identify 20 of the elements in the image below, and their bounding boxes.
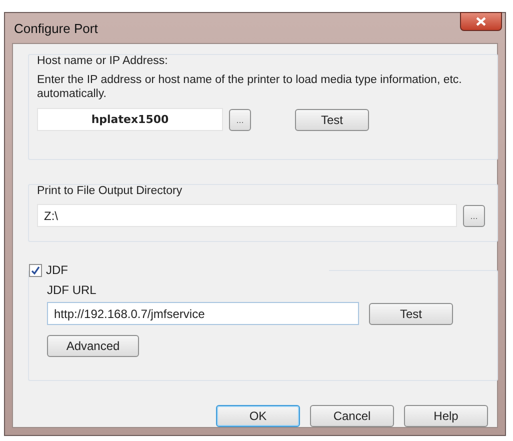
close-button[interactable]	[460, 12, 502, 31]
checkmark-icon	[31, 266, 40, 274]
dialog-button[interactable]: Cancel	[310, 405, 394, 427]
browse-button[interactable]: ...	[463, 204, 485, 226]
dialog-button[interactable]: Help	[404, 405, 488, 427]
browse-button[interactable]: ...	[229, 108, 251, 130]
url-field[interactable]: http://192.168.0.7/jmfservice	[47, 302, 359, 325]
window-title: Configure Port	[13, 20, 98, 36]
url-label: JDF URL	[47, 283, 98, 297]
close-icon	[476, 17, 486, 26]
advanced-button[interactable]: Advanced	[47, 335, 139, 357]
jdf-checkbox[interactable]: JDF	[29, 263, 329, 277]
test-button[interactable]: Test	[295, 108, 369, 130]
path-field[interactable]: Z:\	[37, 204, 457, 227]
group-label: Print to File Output Directory	[37, 185, 186, 197]
test-button[interactable]: Test	[369, 302, 453, 324]
description-text: Enter the IP address or host name of the printer to load media type information, etc. automatically.	[37, 73, 463, 101]
checkbox[interactable]	[29, 264, 42, 276]
host-field[interactable]: hplatex1500	[37, 108, 223, 131]
dialog-button[interactable]: OK	[216, 405, 300, 427]
